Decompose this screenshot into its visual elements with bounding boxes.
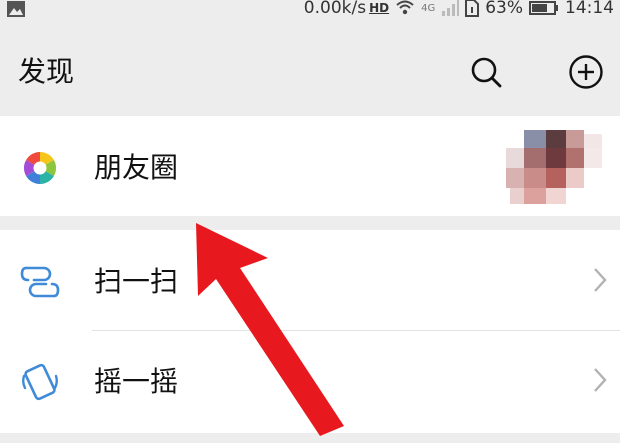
sim-icon xyxy=(465,0,480,17)
menu-item-shake-label: 摇一摇 xyxy=(94,365,179,398)
signal-4g-label: 4G xyxy=(421,2,436,14)
scan-icon xyxy=(20,266,60,298)
wifi-icon xyxy=(396,0,414,15)
network-speed: 0.00k/s xyxy=(303,0,367,18)
image-icon xyxy=(7,1,25,17)
signal-icon xyxy=(442,0,460,16)
menu-item-shake[interactable]: 摇一摇 xyxy=(0,330,620,430)
add-circle-icon xyxy=(569,55,603,89)
add-button[interactable] xyxy=(566,52,606,92)
menu-item-scan[interactable]: 扫一扫 xyxy=(0,230,620,330)
menu-item-scan-label: 扫一扫 xyxy=(94,265,179,298)
status-bar: 0.00k/s HD 4G 63% 14:14 xyxy=(0,0,620,22)
menu-item-moments[interactable]: 朋友圈 xyxy=(0,116,620,216)
chevron-right-icon xyxy=(594,368,607,392)
battery-icon xyxy=(529,1,558,15)
status-right: 0.00k/s HD 4G 63% 14:14 xyxy=(304,0,614,18)
section-tools: 扫一扫 摇一摇 xyxy=(0,230,620,433)
search-button[interactable] xyxy=(466,52,506,92)
moments-icon xyxy=(23,151,57,185)
section-moments: 朋友圈 xyxy=(0,116,620,216)
status-left xyxy=(6,0,26,23)
moments-thumbnail xyxy=(506,130,606,206)
top-bar: 发现 xyxy=(0,22,620,116)
search-icon xyxy=(471,57,502,88)
battery-percent: 63% xyxy=(485,0,523,18)
hd-badge: HD xyxy=(369,1,390,15)
page-title: 发现 xyxy=(18,55,75,88)
menu-item-moments-label: 朋友圈 xyxy=(94,151,179,184)
clock: 14:14 xyxy=(565,0,614,18)
shake-icon xyxy=(22,363,58,401)
chevron-right-icon xyxy=(594,268,607,292)
